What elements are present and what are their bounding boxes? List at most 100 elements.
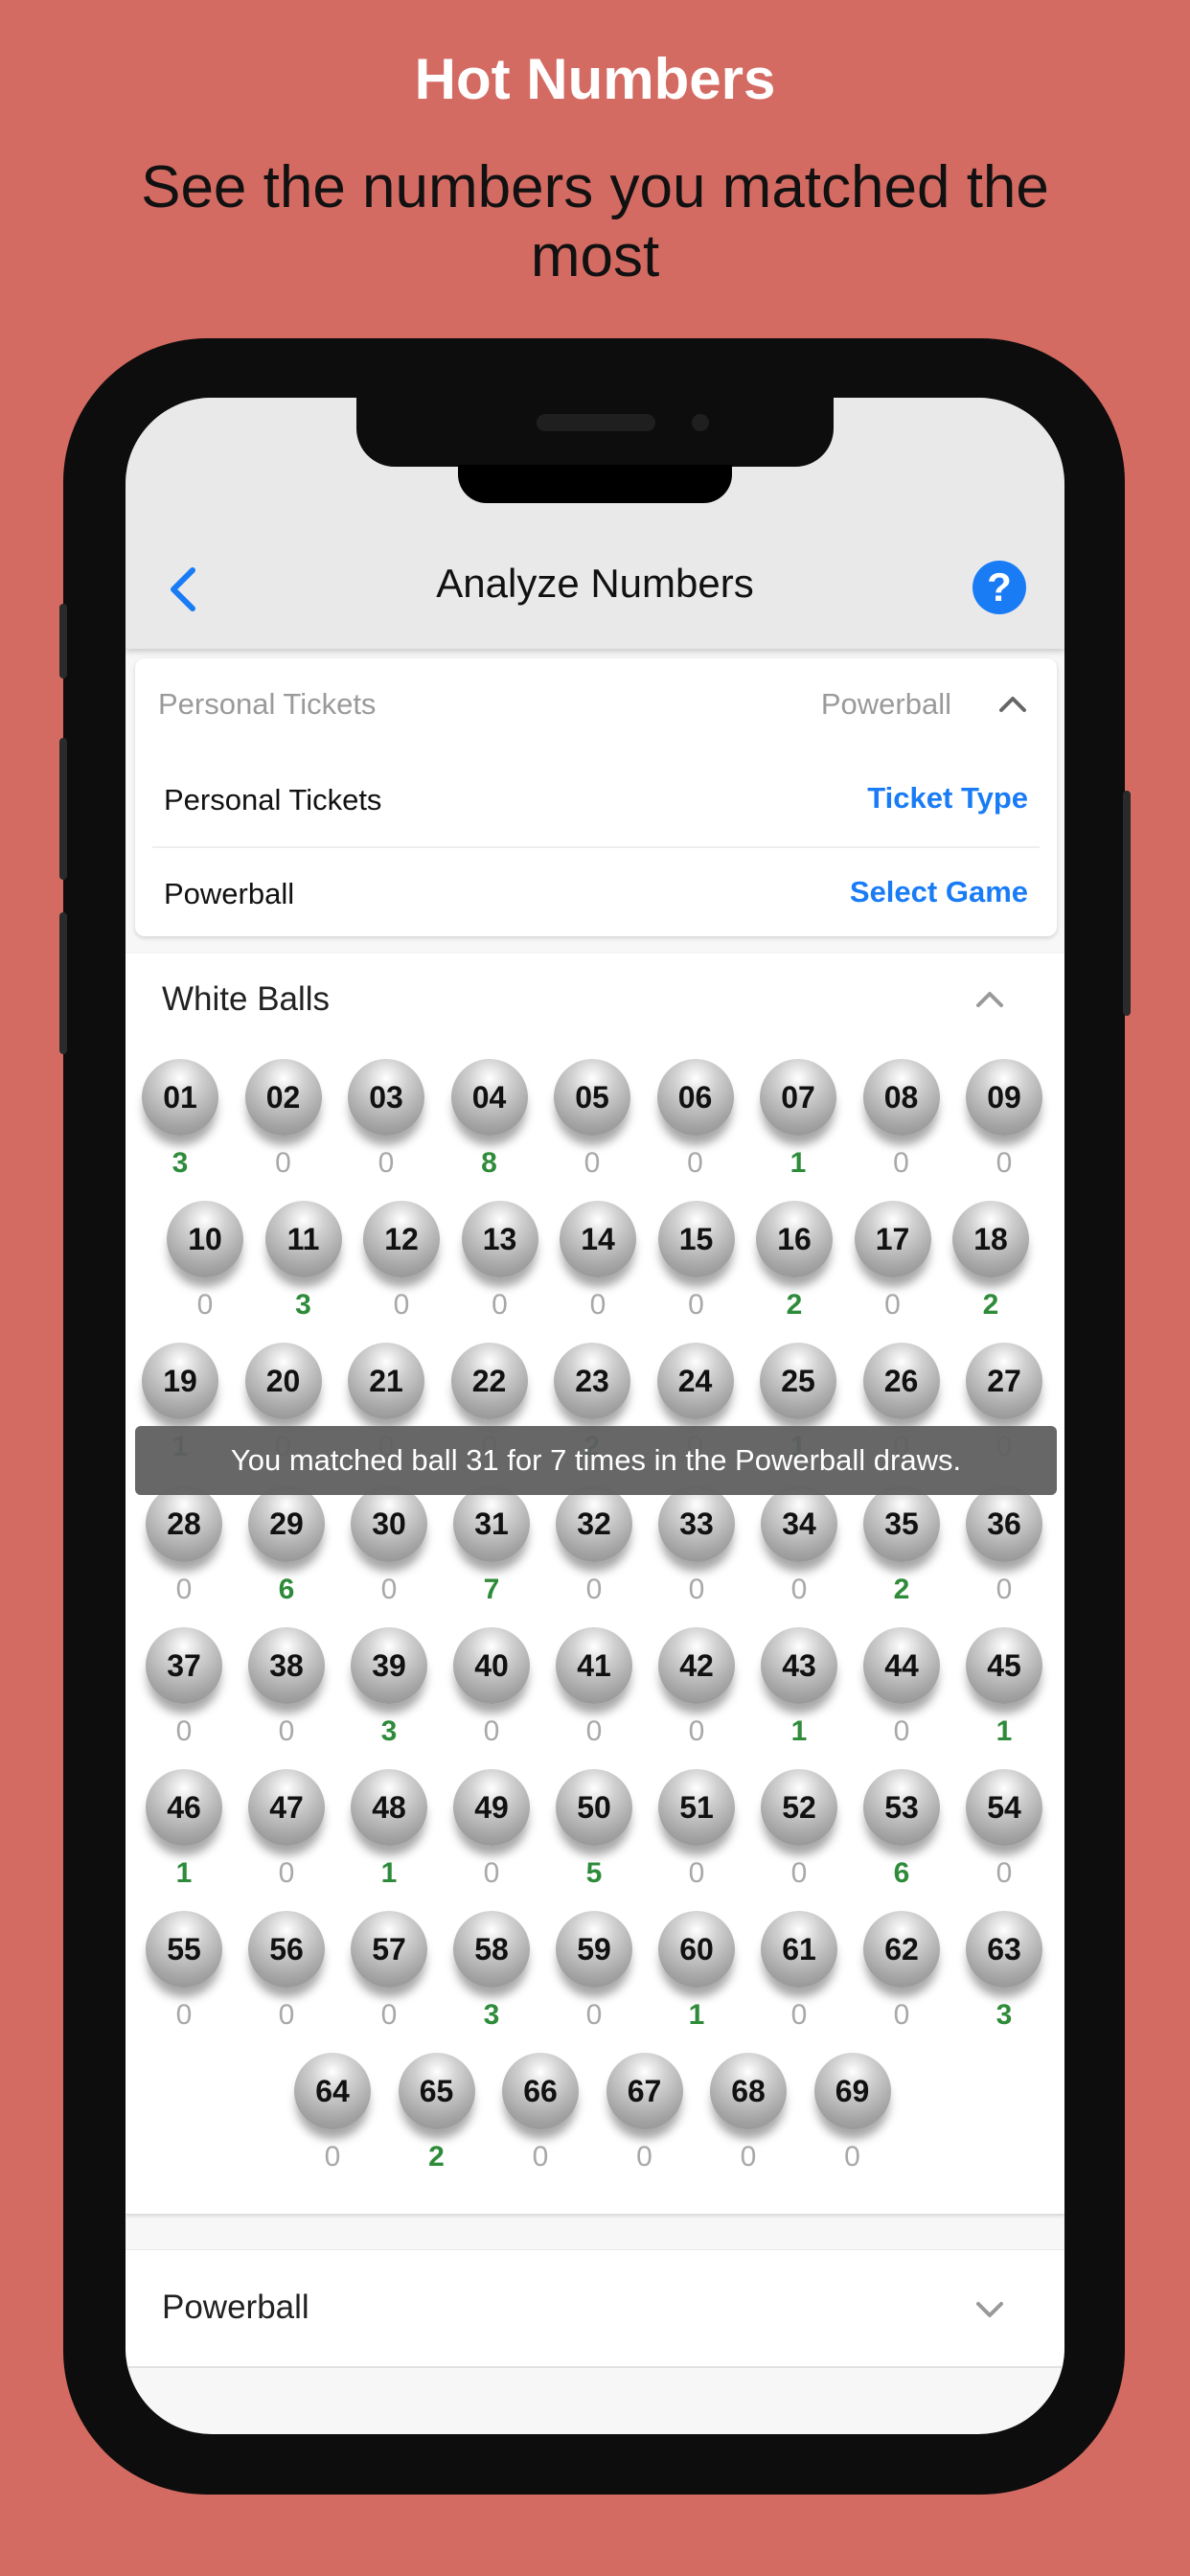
ball-cell-56[interactable]: 56 0	[243, 1911, 330, 2045]
ticket-type-button[interactable]: Ticket Type	[867, 781, 1028, 816]
ball-cell-10[interactable]: 10 0	[162, 1201, 248, 1335]
lottery-ball[interactable]: 49	[453, 1769, 530, 1846]
lottery-ball[interactable]: 50	[556, 1769, 632, 1846]
ball-cell-69[interactable]: 69 0	[810, 2053, 896, 2187]
lottery-ball[interactable]: 54	[966, 1769, 1042, 1846]
ball-cell-47[interactable]: 47 0	[243, 1769, 330, 1903]
lottery-ball[interactable]: 16	[756, 1201, 833, 1277]
lottery-ball[interactable]: 56	[248, 1911, 325, 1988]
lottery-ball[interactable]: 46	[146, 1769, 222, 1846]
lottery-ball[interactable]: 30	[351, 1485, 427, 1562]
ball-cell-16[interactable]: 16 2	[751, 1201, 837, 1335]
ball-cell-34[interactable]: 34 0	[756, 1485, 842, 1620]
lottery-ball[interactable]: 63	[966, 1911, 1042, 1988]
filter-summary-header[interactable]: Personal Tickets Powerball	[135, 658, 1057, 749]
ball-cell-51[interactable]: 51 0	[653, 1769, 740, 1903]
lottery-ball[interactable]: 53	[863, 1769, 940, 1846]
ball-cell-09[interactable]: 09 0	[961, 1059, 1047, 1193]
ball-cell-03[interactable]: 03 0	[343, 1059, 429, 1193]
ball-cell-39[interactable]: 39 3	[346, 1627, 432, 1761]
lottery-ball[interactable]: 34	[761, 1485, 837, 1562]
lottery-ball[interactable]: 15	[657, 1201, 735, 1277]
lottery-ball[interactable]: 10	[167, 1201, 243, 1277]
lottery-ball[interactable]: 27	[966, 1343, 1042, 1419]
lottery-ball[interactable]: 23	[554, 1343, 630, 1419]
ball-cell-64[interactable]: 64 0	[289, 2053, 376, 2187]
lottery-ball[interactable]: 66	[502, 2053, 579, 2129]
ball-cell-31[interactable]: 31 7	[448, 1485, 535, 1620]
lottery-ball[interactable]: 35	[863, 1485, 940, 1562]
lottery-ball[interactable]: 48	[351, 1769, 427, 1846]
ball-cell-43[interactable]: 43 1	[756, 1627, 842, 1761]
lottery-ball[interactable]: 44	[863, 1627, 940, 1704]
lottery-ball[interactable]: 11	[264, 1201, 342, 1277]
ball-cell-37[interactable]: 37 0	[141, 1627, 227, 1761]
lottery-ball[interactable]: 13	[461, 1201, 538, 1277]
ball-cell-18[interactable]: 18 2	[948, 1201, 1034, 1335]
ball-cell-11[interactable]: 11 3	[261, 1201, 347, 1335]
ball-cell-53[interactable]: 53 6	[858, 1769, 945, 1903]
ball-cell-13[interactable]: 13 0	[457, 1201, 543, 1335]
ball-cell-55[interactable]: 55 0	[141, 1911, 227, 2045]
lottery-ball[interactable]: 25	[760, 1343, 836, 1419]
ball-cell-36[interactable]: 36 0	[961, 1485, 1047, 1620]
ticket-type-row[interactable]: Personal Tickets Ticket Type	[152, 754, 1040, 846]
ball-cell-67[interactable]: 67 0	[602, 2053, 688, 2187]
ball-cell-61[interactable]: 61 0	[756, 1911, 842, 2045]
lottery-ball[interactable]: 42	[658, 1627, 735, 1704]
lottery-ball[interactable]: 60	[658, 1911, 735, 1988]
ball-cell-08[interactable]: 08 0	[858, 1059, 945, 1193]
ball-cell-58[interactable]: 58 3	[448, 1911, 535, 2045]
ball-cell-28[interactable]: 28 0	[141, 1485, 227, 1620]
lottery-ball[interactable]: 03	[348, 1059, 424, 1136]
lottery-ball[interactable]: 51	[658, 1769, 735, 1846]
ball-cell-02[interactable]: 02 0	[240, 1059, 327, 1193]
lottery-ball[interactable]: 58	[453, 1911, 530, 1988]
lottery-ball[interactable]: 62	[863, 1911, 940, 1988]
lottery-ball[interactable]: 33	[658, 1485, 735, 1562]
ball-cell-50[interactable]: 50 5	[551, 1769, 637, 1903]
select-game-button[interactable]: Select Game	[850, 875, 1028, 909]
ball-cell-06[interactable]: 06 0	[652, 1059, 739, 1193]
lottery-ball[interactable]: 28	[146, 1485, 222, 1562]
ball-cell-12[interactable]: 12 0	[358, 1201, 445, 1335]
lottery-ball[interactable]: 29	[248, 1485, 325, 1562]
ball-cell-68[interactable]: 68 0	[705, 2053, 791, 2187]
lottery-ball[interactable]: 41	[556, 1627, 632, 1704]
lottery-ball[interactable]: 18	[952, 1201, 1029, 1277]
ball-cell-62[interactable]: 62 0	[858, 1911, 945, 2045]
lottery-ball[interactable]: 19	[142, 1343, 218, 1419]
ball-cell-54[interactable]: 54 0	[961, 1769, 1047, 1903]
lottery-ball[interactable]: 02	[244, 1059, 322, 1136]
ball-cell-57[interactable]: 57 0	[346, 1911, 432, 2045]
lottery-ball[interactable]: 36	[966, 1485, 1042, 1562]
lottery-ball[interactable]: 47	[248, 1769, 325, 1846]
ball-cell-48[interactable]: 48 1	[346, 1769, 432, 1903]
ball-cell-45[interactable]: 45 1	[961, 1627, 1047, 1761]
lottery-ball[interactable]: 59	[556, 1911, 632, 1988]
lottery-ball[interactable]: 40	[453, 1627, 530, 1704]
ball-cell-17[interactable]: 17 0	[850, 1201, 936, 1335]
ball-cell-42[interactable]: 42 0	[653, 1627, 740, 1761]
lottery-ball[interactable]: 52	[761, 1769, 837, 1846]
lottery-ball[interactable]: 26	[862, 1343, 940, 1419]
lottery-ball[interactable]: 43	[761, 1627, 837, 1704]
help-button[interactable]: ?	[973, 561, 1026, 614]
ball-cell-33[interactable]: 33 0	[653, 1485, 740, 1620]
ball-cell-66[interactable]: 66 0	[497, 2053, 584, 2187]
ball-cell-65[interactable]: 65 2	[394, 2053, 480, 2187]
ball-cell-59[interactable]: 59 0	[551, 1911, 637, 2045]
lottery-ball[interactable]: 55	[146, 1911, 222, 1988]
ball-cell-01[interactable]: 01 3	[137, 1059, 223, 1193]
lottery-ball[interactable]: 04	[450, 1059, 528, 1136]
ball-cell-32[interactable]: 32 0	[551, 1485, 637, 1620]
lottery-ball[interactable]: 24	[656, 1343, 734, 1419]
lottery-ball[interactable]: 01	[142, 1059, 218, 1136]
lottery-ball[interactable]: 21	[348, 1343, 424, 1419]
ball-cell-30[interactable]: 30 0	[346, 1485, 432, 1620]
lottery-ball[interactable]: 09	[966, 1059, 1042, 1136]
lottery-ball[interactable]: 38	[248, 1627, 325, 1704]
ball-cell-04[interactable]: 04 8	[446, 1059, 533, 1193]
lottery-ball[interactable]: 17	[854, 1201, 931, 1277]
ball-cell-49[interactable]: 49 0	[448, 1769, 535, 1903]
